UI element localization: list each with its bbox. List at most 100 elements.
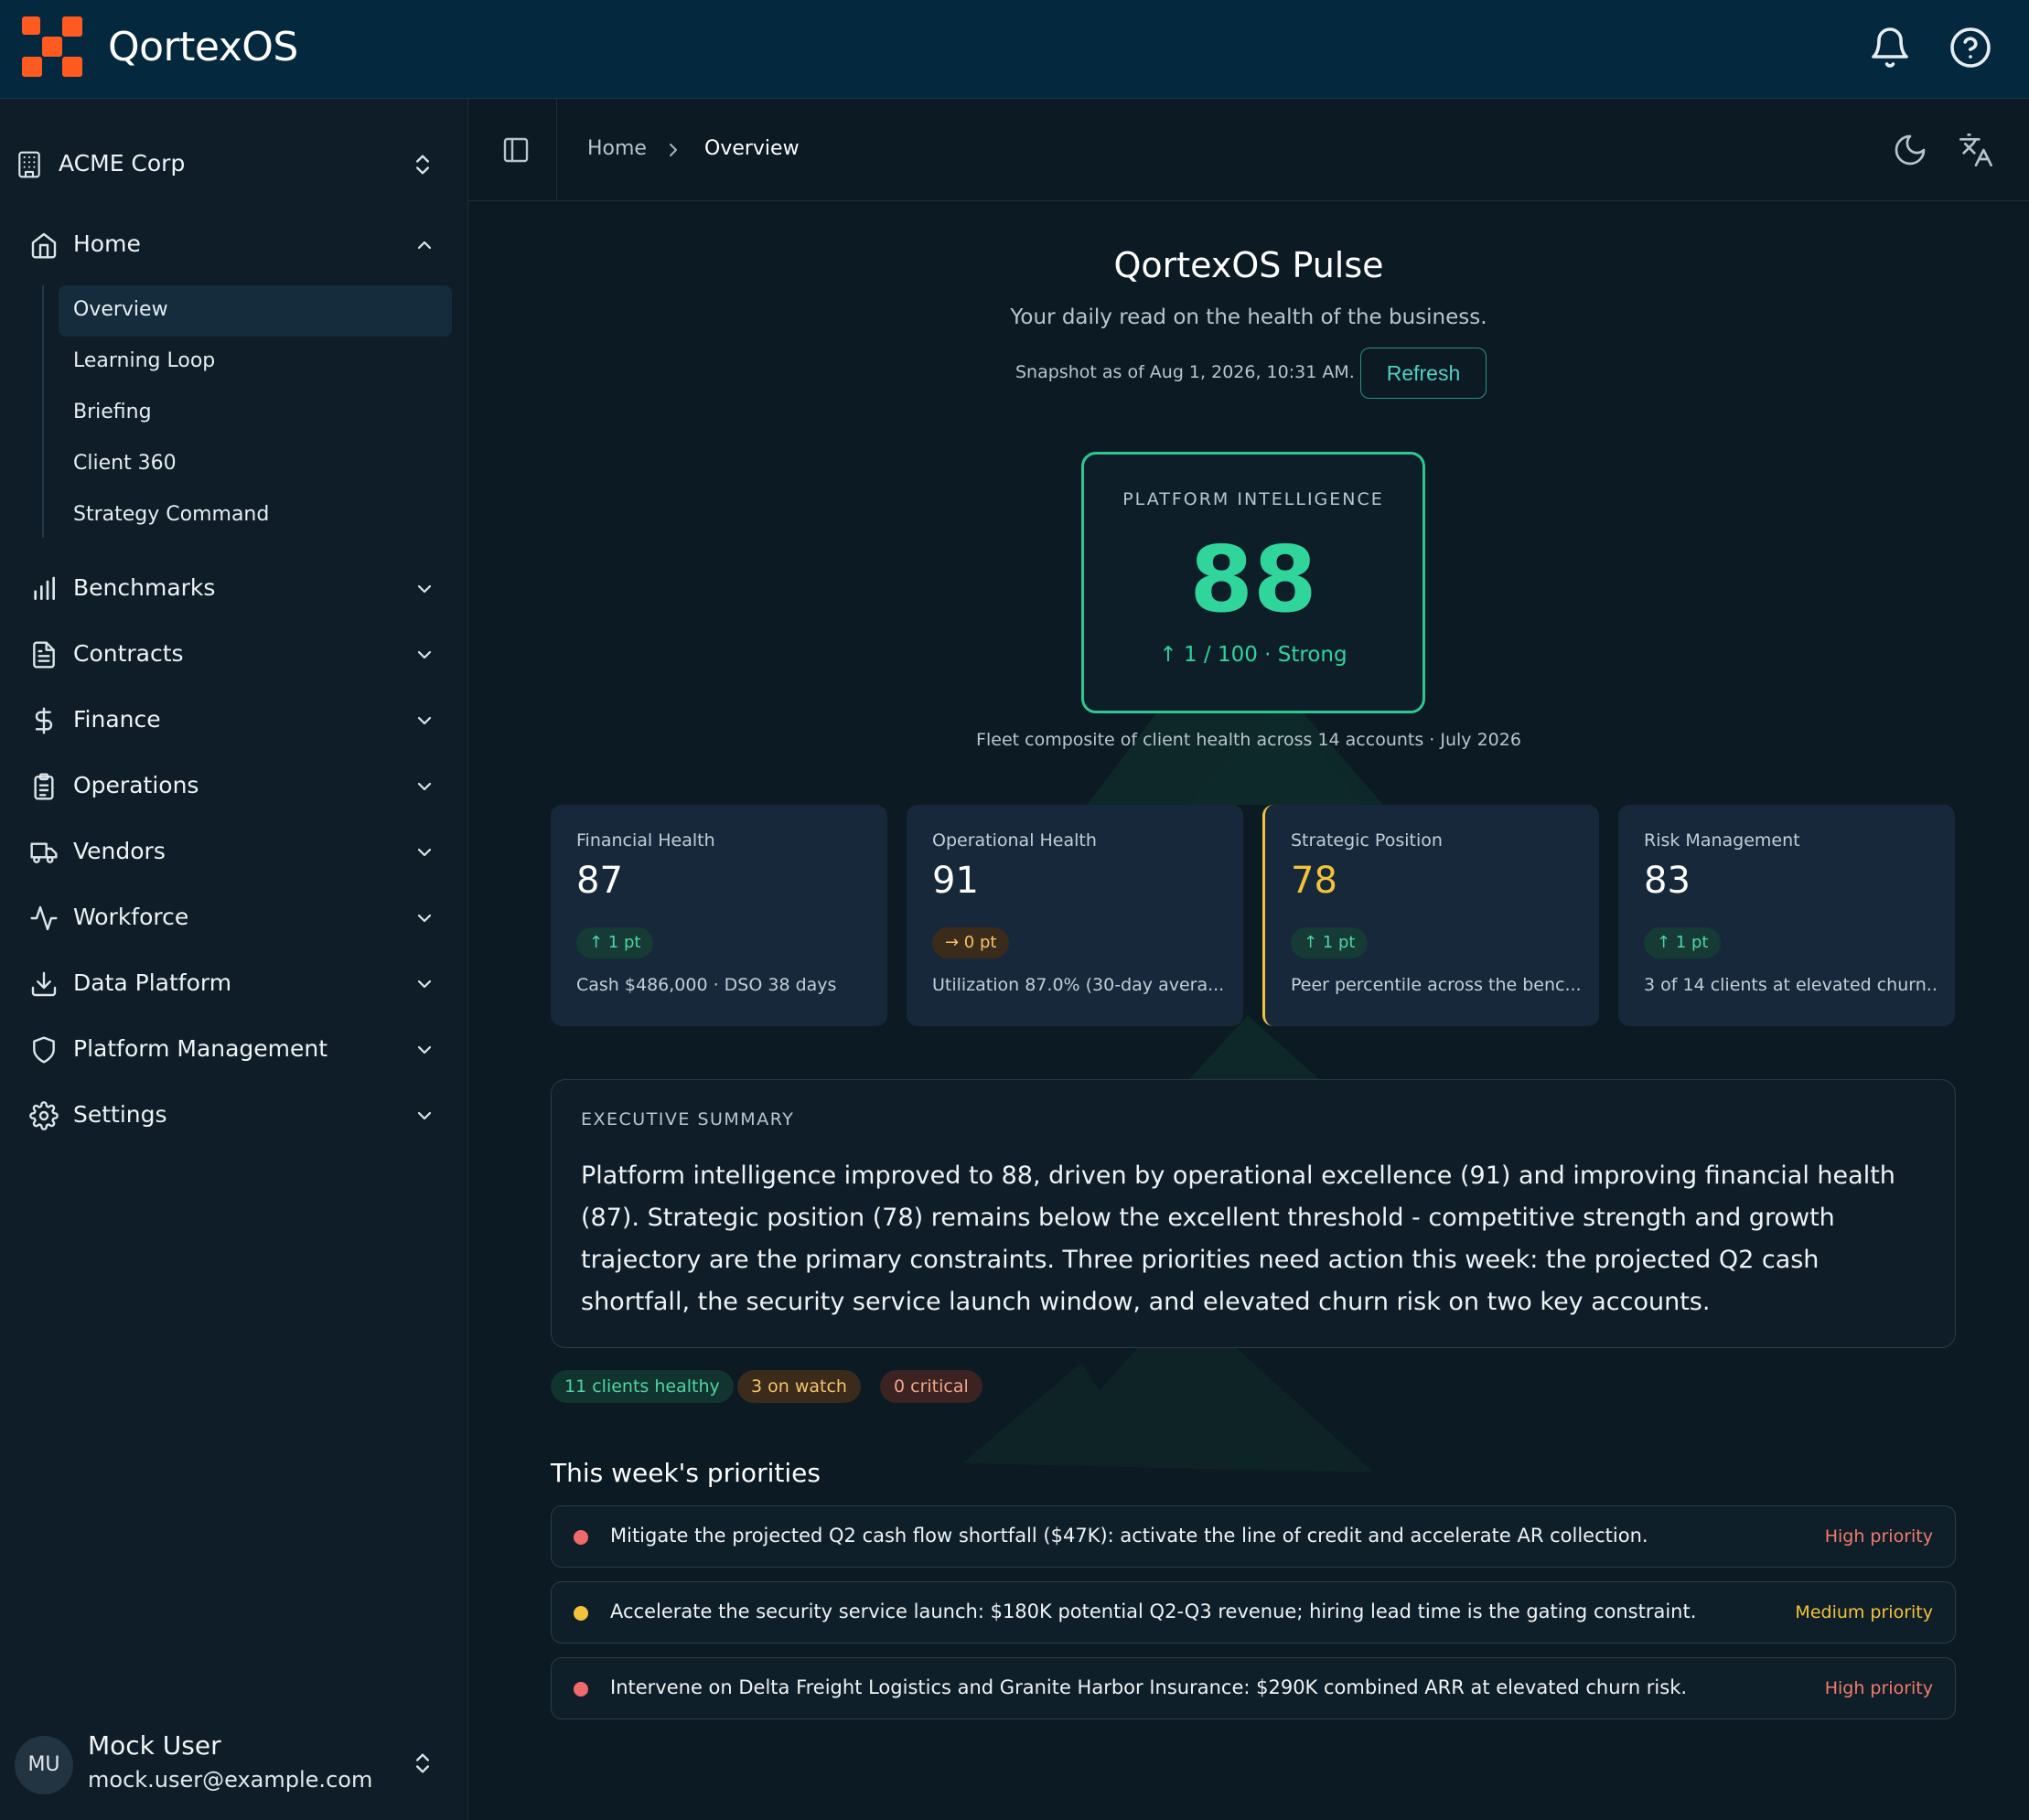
- sidebar-item-label: Data Platform: [73, 969, 232, 996]
- content-header: Home Overview: [468, 99, 2029, 201]
- page-subtitle: Your daily read on the health of the bus…: [1010, 305, 1487, 329]
- sidebar-item-vendors[interactable]: Vendors: [15, 827, 445, 878]
- metric-value: 78: [1291, 860, 1337, 902]
- priority-text: Accelerate the security service launch: …: [610, 1601, 1697, 1622]
- status-badge-critical[interactable]: 0 critical: [880, 1370, 982, 1403]
- priority-dot: [574, 1682, 588, 1697]
- brand-name: QortexOS: [108, 24, 298, 70]
- translate-icon[interactable]: [1958, 132, 1994, 168]
- metric-card-financial-health[interactable]: Financial Health 87 ↑ 1 pt Cash $486,000…: [551, 805, 887, 1026]
- metric-name: Operational Health: [932, 830, 1097, 851]
- sidebar-subitem-learning-loop[interactable]: Learning Loop: [59, 337, 452, 388]
- main-content: QortexOS Pulse Your daily read on the he…: [468, 201, 2029, 1820]
- metric-delta-badge: ↑ 1 pt: [1291, 927, 1369, 958]
- status-badge-healthy[interactable]: 11 clients healthy: [551, 1370, 734, 1403]
- chevron-down-icon[interactable]: [413, 1039, 435, 1061]
- sidebar-item-label: Contracts: [73, 640, 184, 667]
- sidebar-subitem-label: Strategy Command: [73, 503, 270, 526]
- sidebar-subitem-strategy-command[interactable]: Strategy Command: [59, 490, 452, 541]
- avatar: MU: [15, 1736, 73, 1794]
- executive-summary-card: EXECUTIVE SUMMARY Platform intelligence …: [551, 1079, 1956, 1348]
- priority-item[interactable]: Mitigate the projected Q2 cash flow shor…: [551, 1505, 1956, 1568]
- metric-delta-badge: → 0 pt: [932, 927, 1010, 958]
- metric-card-strategic-position[interactable]: Strategic Position 78 ↑ 1 pt Peer percen…: [1262, 805, 1599, 1026]
- org-name: ACME Corp: [59, 150, 186, 177]
- priorities-title: This week's priorities: [551, 1458, 821, 1488]
- sidebar-item-operations[interactable]: Operations: [15, 761, 445, 812]
- sidebar-subitem-label: Client 360: [73, 452, 177, 475]
- chevron-down-icon[interactable]: [413, 907, 435, 929]
- building-icon: [18, 151, 40, 178]
- sidebar-item-label: Benchmarks: [73, 574, 216, 601]
- sidebar-item-finance[interactable]: Finance: [15, 695, 445, 746]
- truck-icon: [30, 842, 58, 863]
- priority-level: High priority: [1824, 1678, 1933, 1698]
- bell-icon[interactable]: [1868, 26, 1912, 70]
- score-value: 88: [1189, 526, 1317, 633]
- submenu-guide-line: [42, 285, 44, 538]
- chevron-down-icon[interactable]: [413, 644, 435, 666]
- metric-card-operational-health[interactable]: Operational Health 91 → 0 pt Utilization…: [907, 805, 1243, 1026]
- metric-delta-badge: ↑ 1 pt: [1644, 927, 1722, 958]
- metric-card-risk-management[interactable]: Risk Management 83 ↑ 1 pt 3 of 14 client…: [1618, 805, 1955, 1026]
- download-icon: [31, 971, 57, 997]
- help-icon[interactable]: [1948, 26, 1992, 70]
- sidebar-subitem-label: Briefing: [73, 401, 152, 423]
- sidebar-toggle-icon[interactable]: [501, 135, 531, 165]
- chevron-down-icon[interactable]: [413, 973, 435, 995]
- sidebar-item-contracts[interactable]: Contracts: [15, 629, 445, 680]
- page-title: QortexOS Pulse: [1113, 245, 1384, 285]
- chevron-right-icon: [670, 144, 677, 156]
- header-divider: [556, 99, 557, 201]
- chevron-down-icon[interactable]: [413, 1105, 435, 1127]
- chevrons-up-down-icon[interactable]: [410, 1750, 435, 1776]
- priority-dot: [574, 1606, 588, 1621]
- org-switcher[interactable]: ACME Corp: [15, 137, 445, 192]
- home-icon: [31, 232, 57, 259]
- clipboard-icon: [34, 773, 54, 800]
- document-icon: [33, 641, 55, 669]
- sidebar-item-data-platform[interactable]: Data Platform: [15, 958, 445, 1010]
- sidebar-item-workforce[interactable]: Workforce: [15, 893, 445, 944]
- chevrons-up-down-icon[interactable]: [410, 152, 435, 177]
- sidebar-item-benchmarks[interactable]: Benchmarks: [15, 563, 445, 615]
- sidebar-item-platform-management[interactable]: Platform Management: [15, 1024, 445, 1076]
- metric-value: 91: [932, 860, 979, 902]
- score-label: PLATFORM INTELLIGENCE: [1122, 489, 1384, 509]
- sidebar-subitem-overview[interactable]: Overview: [59, 285, 452, 337]
- dollar-icon: [35, 707, 53, 734]
- metric-value: 83: [1644, 860, 1691, 902]
- chevron-down-icon[interactable]: [413, 578, 435, 600]
- moon-icon[interactable]: [1892, 132, 1928, 168]
- chevron-down-icon[interactable]: [413, 841, 435, 863]
- qortex-logo-icon[interactable]: [22, 16, 84, 79]
- chevron-up-icon[interactable]: [413, 234, 435, 256]
- breadcrumb-home[interactable]: Home: [587, 137, 647, 160]
- sidebar-item-label: Home: [73, 230, 141, 257]
- bar-chart-icon: [34, 576, 55, 600]
- metric-name: Strategic Position: [1291, 830, 1443, 851]
- priority-level: Medium priority: [1795, 1602, 1933, 1622]
- sidebar-subitem-briefing[interactable]: Briefing: [59, 388, 452, 439]
- sidebar-subitem-client-360[interactable]: Client 360: [59, 439, 452, 490]
- sidebar-item-label: Platform Management: [73, 1035, 328, 1062]
- priority-item[interactable]: Accelerate the security service launch: …: [551, 1581, 1956, 1643]
- sidebar-item-label: Workforce: [73, 904, 189, 930]
- metric-delta-badge: ↑ 1 pt: [576, 927, 654, 958]
- priority-item[interactable]: Intervene on Delta Freight Logistics and…: [551, 1657, 1956, 1719]
- status-badge-watch[interactable]: 3 on watch: [737, 1370, 861, 1403]
- breadcrumb-current: Overview: [704, 137, 800, 160]
- sidebar-subitem-label: Overview: [73, 298, 168, 321]
- metric-detail: Cash $486,000 · DSO 38 days: [576, 975, 837, 995]
- sidebar-item-label: Vendors: [73, 838, 166, 864]
- chevron-down-icon[interactable]: [413, 776, 435, 798]
- user-name: Mock User: [88, 1730, 221, 1761]
- user-email: mock.user@example.com: [88, 1767, 373, 1793]
- chevron-down-icon[interactable]: [413, 710, 435, 732]
- snapshot-timestamp: Snapshot as of Aug 1, 2026, 10:31 AM.: [1015, 362, 1355, 382]
- metric-name: Risk Management: [1644, 830, 1800, 851]
- user-menu[interactable]: MU Mock User mock.user@example.com: [15, 1727, 454, 1804]
- refresh-button[interactable]: Refresh: [1360, 348, 1487, 399]
- sidebar-item-home[interactable]: Home: [15, 219, 445, 271]
- sidebar-item-settings[interactable]: Settings: [15, 1090, 445, 1141]
